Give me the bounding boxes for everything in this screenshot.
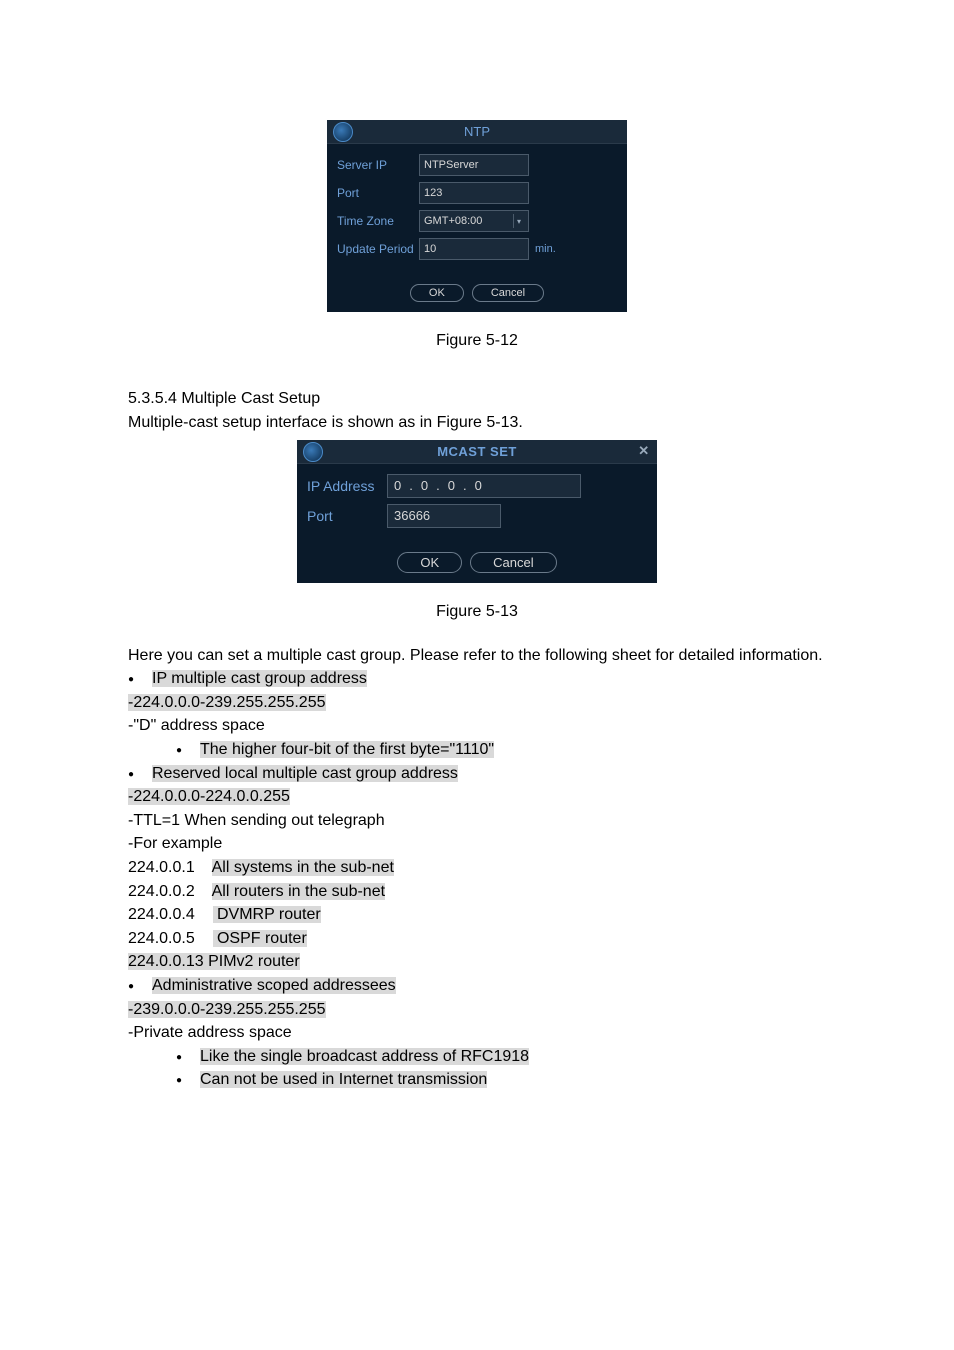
update-period-input[interactable]: 10 [419,238,529,260]
cancel-button[interactable]: Cancel [470,552,556,573]
label-time-zone: Time Zone [337,214,419,228]
port-input[interactable]: 123 [419,182,529,204]
server-ip-input[interactable]: NTPServer [419,154,529,176]
ntp-dialog: NTP Server IP NTPServer Port 123 Time Zo… [327,120,627,312]
label-port: Port [337,186,419,200]
section-heading: 5.3.5.4 Multiple Cast Setup [128,390,826,408]
mcast-title: MCAST SET [437,444,517,459]
range-7: -Private address space [128,1022,826,1044]
example-row: 224.0.0.2 All routers in the sub-net [128,881,826,903]
list-item: Reserved local multiple cast group addre… [128,763,826,785]
ok-button[interactable]: OK [410,284,464,302]
range-4: -TTL=1 When sending out telegraph [128,810,826,832]
label-ip-address: IP Address [307,478,387,494]
ip-address-input[interactable]: 0. 0. 0. 0 [387,474,581,498]
mcast-title-bar: MCAST SET ✕ [297,440,657,464]
ntp-body: Server IP NTPServer Port 123 Time Zone G… [327,144,627,270]
cancel-button[interactable]: Cancel [472,284,544,302]
section-intro: Multiple-cast setup interface is shown a… [128,412,826,434]
example-row: 224.0.0.5 OSPF router [128,928,826,950]
ip-octet-3: 0 [448,478,455,493]
ntp-title: NTP [464,124,490,139]
intro-text: Here you can set a multiple cast group. … [128,645,826,667]
list-item: Like the single broadcast address of RFC… [128,1046,826,1068]
list-item: The higher four-bit of the first byte="1… [128,739,826,761]
range-6: -239.0.0.0-239.255.255.255 [128,999,826,1021]
mcast-port-input[interactable]: 36666 [387,504,501,528]
list-item: Administrative scoped addressees [128,975,826,997]
list-item: Can not be used in Internet transmission [128,1069,826,1091]
label-server-ip: Server IP [337,158,419,172]
ip-octet-4: 0 [475,478,482,493]
ip-octet-1: 0 [394,478,401,493]
example-row: 224.0.0.1 All systems in the sub-net [128,857,826,879]
ntp-title-bar: NTP [327,120,627,144]
label-mcast-port: Port [307,508,387,524]
time-zone-value: GMT+08:00 [424,215,482,227]
figure-caption-1: Figure 5-12 [128,332,826,350]
ip-octet-2: 0 [421,478,428,493]
chevron-down-icon: ▾ [513,214,524,228]
mcast-body: IP Address 0. 0. 0. 0 Port 36666 [297,464,657,538]
example-row: 224.0.0.13 PIMv2 router [128,951,826,973]
range-3: -224.0.0.0-224.0.0.255 [128,786,826,808]
unit-min: min. [535,243,556,255]
time-zone-select[interactable]: GMT+08:00 ▾ [419,210,529,232]
globe-icon [303,442,323,462]
globe-icon [333,122,353,142]
close-icon[interactable]: ✕ [637,443,651,457]
ok-button[interactable]: OK [397,552,462,573]
label-update-period: Update Period [337,242,419,256]
range-5: -For example [128,833,826,855]
range-2: -"D" address space [128,715,826,737]
range-1: -224.0.0.0-239.255.255.255 [128,692,826,714]
mcast-dialog: MCAST SET ✕ IP Address 0. 0. 0. 0 Port 3… [297,440,657,583]
figure-caption-2: Figure 5-13 [128,603,826,621]
example-row: 224.0.0.4 DVMRP router [128,904,826,926]
list-item: IP multiple cast group address [128,668,826,690]
